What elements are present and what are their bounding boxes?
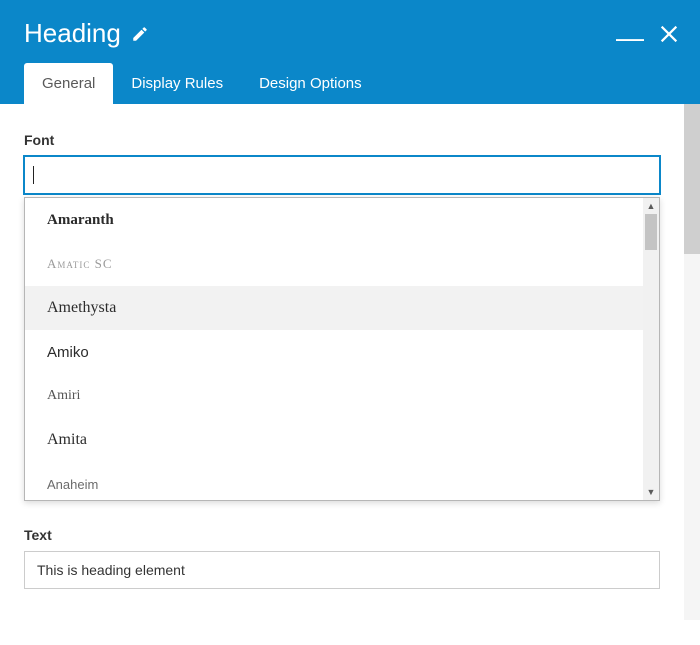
font-option[interactable]: Anaheim xyxy=(25,462,643,500)
font-label: Font xyxy=(24,132,660,148)
modal-title: Heading xyxy=(24,18,121,49)
font-option[interactable]: Amethysta xyxy=(25,286,643,330)
modal-body: Font Amaranth Amatic SC Amethysta Amiko … xyxy=(0,104,700,620)
font-option[interactable]: Amiri xyxy=(25,374,643,418)
text-label: Text xyxy=(24,527,660,543)
content-scroll[interactable]: Font Amaranth Amatic SC Amethysta Amiko … xyxy=(0,104,684,620)
modal-header: Heading — General Display Rules Design O… xyxy=(0,0,700,104)
font-field: Font Amaranth Amatic SC Amethysta Amiko … xyxy=(24,132,660,501)
tab-general[interactable]: General xyxy=(24,63,113,104)
scroll-down-icon[interactable]: ▼ xyxy=(647,484,656,500)
dropdown-scrollbar[interactable]: ▲ ▼ xyxy=(643,198,659,500)
close-icon[interactable] xyxy=(658,23,680,45)
text-input[interactable] xyxy=(24,551,660,589)
font-option[interactable]: Amatic SC xyxy=(25,242,643,286)
text-field: Text xyxy=(24,527,660,589)
font-search-input[interactable] xyxy=(34,167,651,183)
header-top: Heading — xyxy=(0,0,700,63)
font-input-wrap[interactable] xyxy=(24,156,660,194)
heading-settings-modal: Heading — General Display Rules Design O… xyxy=(0,0,700,645)
font-option[interactable]: Amita xyxy=(25,418,643,462)
font-option[interactable]: Amiko xyxy=(25,330,643,374)
window-controls: — xyxy=(616,23,680,45)
tab-design-options[interactable]: Design Options xyxy=(241,63,380,104)
font-option[interactable]: Amaranth xyxy=(25,198,643,242)
tab-display-rules[interactable]: Display Rules xyxy=(113,63,241,104)
scroll-thumb[interactable] xyxy=(645,214,657,250)
font-dropdown: Amaranth Amatic SC Amethysta Amiko Amiri… xyxy=(24,197,660,501)
edit-icon[interactable] xyxy=(131,25,149,43)
scroll-up-icon[interactable]: ▲ xyxy=(647,198,656,214)
font-options-list[interactable]: Amaranth Amatic SC Amethysta Amiko Amiri… xyxy=(25,198,643,500)
title-wrap: Heading xyxy=(24,18,149,49)
page-scrollbar[interactable] xyxy=(684,104,700,620)
page-scroll-thumb[interactable] xyxy=(684,104,700,254)
tabs: General Display Rules Design Options xyxy=(0,63,700,104)
